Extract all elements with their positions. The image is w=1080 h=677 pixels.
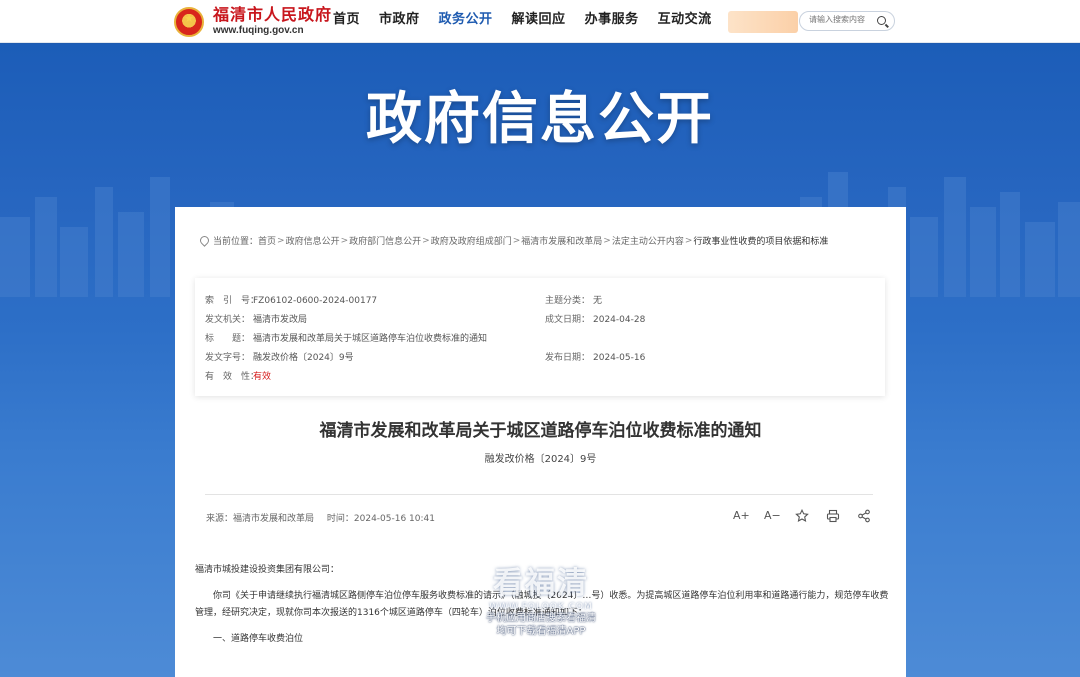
meta-issuer: 发文机关： 福清市发改局 — [205, 315, 308, 325]
breadcrumb-item-reform-bureau[interactable]: 福清市发展和改革局 — [521, 234, 602, 247]
validity-status: 有效 — [253, 372, 272, 382]
print-icon[interactable] — [826, 509, 842, 523]
breadcrumb-separator: > — [684, 235, 693, 246]
search-input[interactable] — [809, 15, 873, 24]
meta-category: 主题分类：无 — [545, 296, 603, 306]
document-section-heading: 一、道路停车收费泊位 — [213, 634, 304, 644]
breadcrumb: 当前位置： 首页 > 政府信息公开 > 政府部门信息公开 > 政府及政府组成部门… — [199, 234, 829, 248]
nav-interaction[interactable]: 互动交流 — [658, 0, 712, 43]
source-info: 来源：福清市发展和改革局 时间：2024-05-16 10:41 — [206, 511, 445, 524]
banner-title: 政府信息公开 — [366, 87, 714, 152]
meta-title: 标 题： 福清市发展和改革局关于城区道路停车泊位收费标准的通知 — [205, 334, 488, 344]
promo-banner[interactable] — [728, 11, 798, 33]
document-paragraph: 你司《关于申请继续执行福清城区路侧停车泊位停车服务收费标准的请示》（融城投〔20… — [195, 591, 889, 618]
favorite-star-icon[interactable] — [795, 509, 811, 523]
breadcrumb-item-gov-info[interactable]: 政府信息公开 — [286, 234, 340, 247]
breadcrumb-separator: > — [512, 235, 521, 246]
meta-created-date: 成文日期： 2024-04-28 — [545, 315, 646, 325]
article-tools: A+ A− — [733, 509, 888, 523]
breadcrumb-item-statutory[interactable]: 法定主动公开内容 — [612, 234, 684, 247]
breadcrumb-separator: > — [340, 235, 349, 246]
location-pin-icon — [199, 236, 208, 246]
font-decrease-icon[interactable]: A− — [764, 509, 781, 523]
document-metadata-panel: 索 引 号：FZ06102-0600-2024-00177 主题分类：无 发文机… — [195, 278, 885, 396]
document-salutation: 福清市城投建设投资集团有限公司： — [195, 565, 340, 575]
site-name: 福清市人民政府 — [213, 5, 333, 24]
nav-government-affairs[interactable]: 政务公开 — [439, 0, 493, 43]
breadcrumb-prefix: 当前位置： — [213, 237, 259, 247]
meta-validity: 有 效 性：有效 — [205, 372, 272, 382]
breadcrumb-separator: > — [603, 235, 611, 246]
content-card: 当前位置： 首页 > 政府信息公开 > 政府部门信息公开 > 政府及政府组成部门… — [175, 207, 906, 677]
nav-city-government[interactable]: 市政府 — [379, 0, 420, 43]
meta-published-date: 发布日期： 2024-05-16 — [545, 353, 646, 363]
search-box — [799, 11, 895, 31]
document-source: 来源：福清市发展和改革局 — [206, 514, 315, 524]
site-logo[interactable]: 福清市人民政府 www.fuqing.gov.cn — [174, 6, 332, 37]
national-emblem-icon — [174, 6, 204, 37]
nav-services[interactable]: 办事服务 — [585, 0, 639, 43]
site-url: www.fuqing.gov.cn — [213, 25, 304, 36]
nav-home[interactable]: 首页 — [333, 0, 360, 43]
search-icon[interactable] — [877, 16, 886, 25]
nav-interpretation[interactable]: 解读回应 — [512, 0, 566, 43]
document-time: 时间：2024-05-16 10:41 — [326, 514, 435, 524]
breadcrumb-item-departments[interactable]: 政府及政府组成部门 — [431, 234, 512, 247]
share-icon[interactable] — [857, 509, 873, 523]
breadcrumb-separator: > — [277, 235, 285, 246]
breadcrumb-item-home[interactable]: 首页 — [258, 234, 276, 247]
meta-index: 索 引 号：FZ06102-0600-2024-00177 — [205, 296, 378, 306]
font-increase-icon[interactable]: A+ — [733, 509, 750, 523]
document-number: 融发改价格〔2024〕9号 — [484, 454, 597, 465]
document-title: 福清市发展和改革局关于城区道路停车泊位收费标准的通知 — [319, 421, 762, 441]
breadcrumb-item-department-info[interactable]: 政府部门信息公开 — [349, 234, 421, 247]
divider — [205, 494, 873, 495]
breadcrumb-current: 行政事业性收费的项目依据和标准 — [693, 237, 829, 247]
site-header: 福清市人民政府 www.fuqing.gov.cn 首页 市政府 政务公开 解读… — [0, 0, 1080, 43]
breadcrumb-separator: > — [422, 235, 430, 246]
meta-document-number: 发文字号： 融发改价格〔2024〕9号 — [205, 353, 354, 363]
